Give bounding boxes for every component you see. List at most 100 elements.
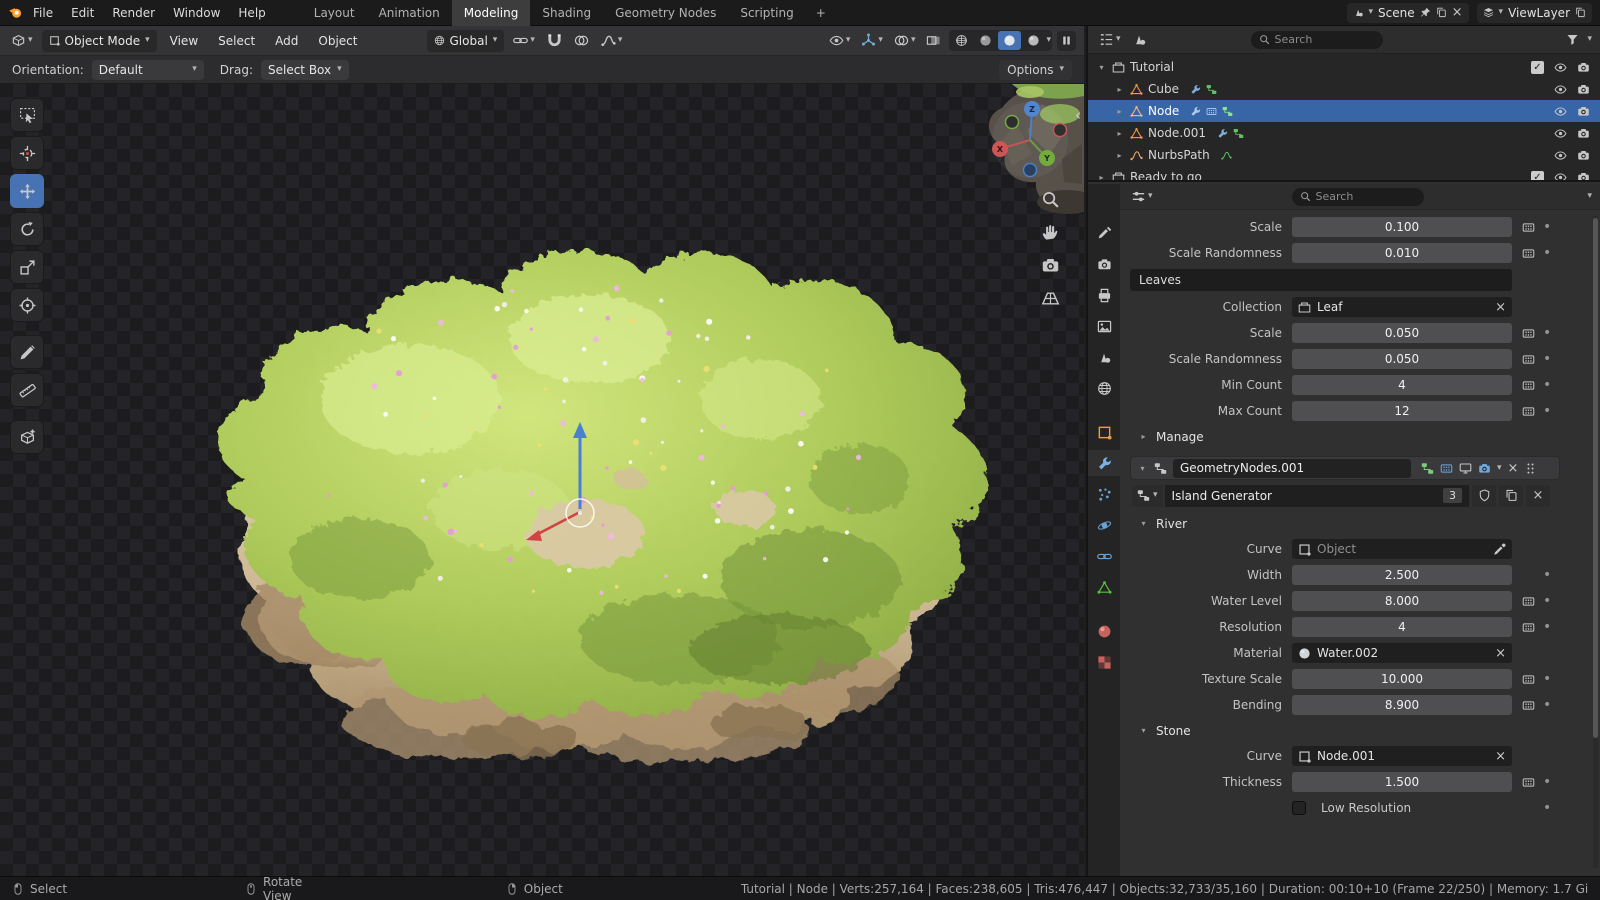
unlink-node-group-button[interactable]: ×: [1526, 485, 1550, 507]
new-viewlayer-icon[interactable]: [1575, 7, 1586, 18]
input-attribute-toggle-icon[interactable]: [1522, 327, 1535, 340]
input-attribute-toggle-icon[interactable]: [1522, 379, 1535, 392]
river-section-header[interactable]: ▾ River: [1130, 511, 1590, 536]
curve-data-icon[interactable]: [1221, 150, 1232, 161]
outliner-search-input[interactable]: [1275, 33, 1375, 46]
thickness-field[interactable]: 1.500: [1292, 772, 1512, 792]
display-render-icon[interactable]: [1478, 462, 1491, 475]
pan-hand-icon[interactable]: [1041, 223, 1060, 242]
properties-tab-scene[interactable]: [1088, 344, 1120, 370]
pin-icon[interactable]: [1420, 7, 1431, 18]
outliner-row-nurbspath[interactable]: ▸ NurbsPath: [1088, 144, 1600, 166]
chevron-down-icon[interactable]: ▾: [1369, 8, 1374, 17]
options-dropdown[interactable]: Options ▾: [999, 60, 1072, 80]
properties-tab-view-layer[interactable]: [1088, 313, 1120, 339]
eye-icon[interactable]: [1554, 105, 1567, 118]
gizmos-dropdown[interactable]: ▾: [858, 31, 886, 50]
tool-transform[interactable]: [10, 288, 44, 322]
material-field[interactable]: Water.002 ×: [1292, 643, 1512, 663]
eye-icon[interactable]: [1554, 149, 1567, 162]
outliner-row-ready-to-go[interactable]: ▸ Ready to go ✓: [1088, 166, 1600, 182]
camera-view-icon[interactable]: [1041, 256, 1060, 275]
modifier-name-field[interactable]: GeometryNodes.001: [1173, 459, 1411, 478]
visibility-dropdown[interactable]: ▾: [826, 31, 854, 50]
geometry-nodes-icon[interactable]: [1222, 106, 1233, 117]
workspace-tab-layout[interactable]: Layout: [302, 0, 367, 26]
expand-icon[interactable]: ▸: [1114, 85, 1125, 94]
min-count-field[interactable]: 4: [1292, 375, 1512, 395]
collection-field[interactable]: Leaf ×: [1292, 297, 1512, 317]
unlink-icon[interactable]: ×: [1495, 301, 1506, 314]
tool-measure[interactable]: [10, 373, 44, 407]
modifier-wrench-icon[interactable]: [1190, 84, 1201, 95]
expand-icon[interactable]: ▾: [1137, 464, 1148, 473]
eye-icon[interactable]: [1554, 127, 1567, 140]
expand-icon[interactable]: ▸: [1114, 129, 1125, 138]
node-group-name-field[interactable]: Island Generator 3: [1165, 485, 1469, 507]
properties-tab-output[interactable]: [1088, 282, 1120, 308]
input-attribute-toggle-icon[interactable]: [1522, 595, 1535, 608]
properties-tab-particles[interactable]: [1088, 481, 1120, 507]
drag-setting-dropdown[interactable]: Select Box ▾: [261, 60, 349, 80]
snapping-dropdown[interactable]: ▾: [510, 31, 538, 50]
modifier-panel-header[interactable]: ▾ GeometryNodes.001 ▾ ×: [1130, 456, 1560, 480]
display-realtime-icon[interactable]: [1459, 462, 1472, 475]
eye-icon[interactable]: [1554, 83, 1567, 96]
camera-visibility-icon[interactable]: [1577, 127, 1590, 140]
item-name[interactable]: Node: [1148, 104, 1179, 118]
orientation-dropdown[interactable]: Global ▾: [427, 30, 505, 52]
decorator-dot[interactable]: •: [1543, 594, 1551, 608]
island-object[interactable]: [160, 179, 1000, 779]
fake-user-button[interactable]: [1472, 485, 1496, 507]
properties-search[interactable]: [1292, 188, 1424, 206]
zoom-icon[interactable]: [1041, 190, 1060, 209]
display-edit-mode-icon[interactable]: [1440, 462, 1453, 475]
unlink-scene-icon[interactable]: ×: [1452, 6, 1463, 19]
leaf-scale-randomness-field[interactable]: 0.050: [1292, 349, 1512, 369]
camera-visibility-icon[interactable]: [1577, 105, 1590, 118]
max-count-field[interactable]: 12: [1292, 401, 1512, 421]
browse-node-group-button[interactable]: ▾: [1132, 485, 1163, 507]
decorator-dot[interactable]: •: [1543, 220, 1551, 234]
item-name[interactable]: Ready to go: [1130, 170, 1202, 182]
modifier-wrench-icon[interactable]: [1190, 106, 1201, 117]
shading-material-preview-button[interactable]: [998, 31, 1021, 50]
item-name[interactable]: Cube: [1148, 82, 1179, 96]
eye-icon[interactable]: [1554, 171, 1567, 183]
tool-scale[interactable]: [10, 250, 44, 284]
scale-randomness-field[interactable]: 0.010: [1292, 243, 1512, 263]
overlays-dropdown[interactable]: ▾: [891, 31, 919, 50]
camera-visibility-icon[interactable]: [1577, 61, 1590, 74]
item-name[interactable]: Node.001: [1148, 126, 1206, 140]
outliner-row-cube[interactable]: ▸ Cube: [1088, 78, 1600, 100]
resolution-field[interactable]: 4: [1292, 617, 1512, 637]
chevron-down-icon[interactable]: ▾: [1497, 464, 1502, 473]
collection-checkbox[interactable]: ✓: [1531, 61, 1544, 74]
unlink-icon[interactable]: ×: [1495, 647, 1506, 660]
editor-type-button[interactable]: ▾: [8, 31, 36, 50]
leaves-category-header[interactable]: Leaves: [1130, 269, 1512, 291]
stone-curve-field[interactable]: Node.001 ×: [1292, 746, 1512, 766]
menu-render[interactable]: Render: [104, 3, 163, 23]
properties-tab-world[interactable]: [1088, 375, 1120, 401]
menu-window[interactable]: Window: [165, 3, 228, 23]
properties-search-input[interactable]: [1316, 190, 1416, 203]
chevron-down-icon[interactable]: ▾: [1499, 8, 1504, 17]
outliner-row-node[interactable]: ▸ Node: [1088, 100, 1600, 122]
menu-object[interactable]: Object: [311, 31, 364, 51]
node-tree-icon[interactable]: [1421, 462, 1434, 475]
workspace-tab-shading[interactable]: Shading: [530, 0, 603, 26]
input-attribute-toggle-icon[interactable]: [1522, 776, 1535, 789]
chevron-down-icon[interactable]: ▾: [1046, 36, 1051, 45]
decorator-dot[interactable]: •: [1543, 326, 1551, 340]
decorator-dot[interactable]: •: [1543, 620, 1551, 634]
decorator-dot[interactable]: •: [1543, 672, 1551, 686]
viewlayer-selector[interactable]: ▾ ViewLayer: [1477, 3, 1592, 23]
drag-handle-icon[interactable]: [1524, 462, 1537, 475]
expand-icon[interactable]: ▾: [1096, 63, 1107, 72]
decorator-dot[interactable]: •: [1543, 378, 1551, 392]
properties-tab-data[interactable]: [1088, 574, 1120, 600]
outliner-editor-type-button[interactable]: ▾: [1096, 30, 1124, 49]
outliner-search[interactable]: [1251, 31, 1383, 49]
expand-icon[interactable]: ▸: [1114, 107, 1125, 116]
